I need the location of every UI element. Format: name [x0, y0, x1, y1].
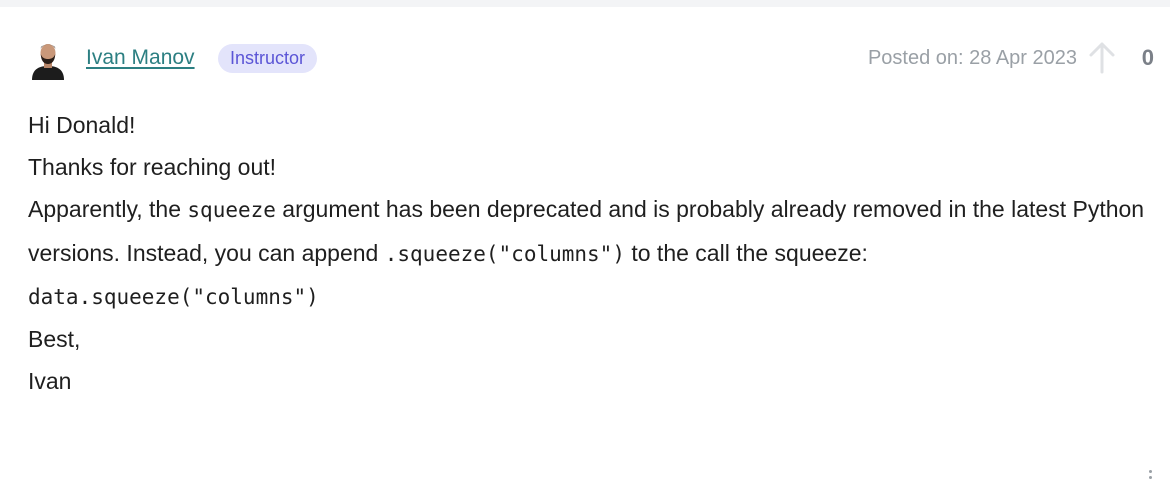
instructor-badge: Instructor	[218, 44, 318, 73]
upvote-button[interactable]	[1086, 40, 1118, 76]
author-name-link[interactable]: Ivan Manov	[86, 46, 195, 70]
posted-on-date: Posted on: 28 Apr 2023	[867, 47, 1077, 69]
explanation-paragraph: Apparently, the squeeze argument has bee…	[28, 188, 1156, 276]
inline-code-squeeze: squeeze	[187, 198, 276, 222]
greeting-line: Hi Donald!	[28, 112, 136, 138]
thanks-line: Thanks for reaching out!	[28, 154, 277, 180]
signature-line: Ivan	[28, 368, 72, 394]
arrow-up-icon	[1089, 42, 1115, 74]
top-divider	[0, 0, 1170, 7]
explanation-text-1: Apparently, the	[28, 196, 188, 222]
post-header: Ivan Manov Instructor Posted on: 28 Apr …	[28, 40, 1154, 80]
avatar-image	[32, 44, 64, 80]
post-body: Hi Donald! Thanks for reaching out! Appa…	[28, 104, 1156, 402]
menu-dot	[1149, 476, 1152, 479]
code-example-line: data.squeeze("columns")	[28, 285, 319, 309]
inline-code-squeeze-columns: .squeeze("columns")	[384, 242, 625, 266]
vote-count: 0	[1141, 45, 1154, 70]
explanation-text-3: to the call the squeeze:	[624, 240, 868, 266]
more-vertical-icon[interactable]	[1148, 470, 1154, 483]
menu-dot	[1149, 470, 1152, 473]
signoff-line: Best,	[28, 326, 81, 352]
avatar[interactable]	[30, 40, 66, 80]
